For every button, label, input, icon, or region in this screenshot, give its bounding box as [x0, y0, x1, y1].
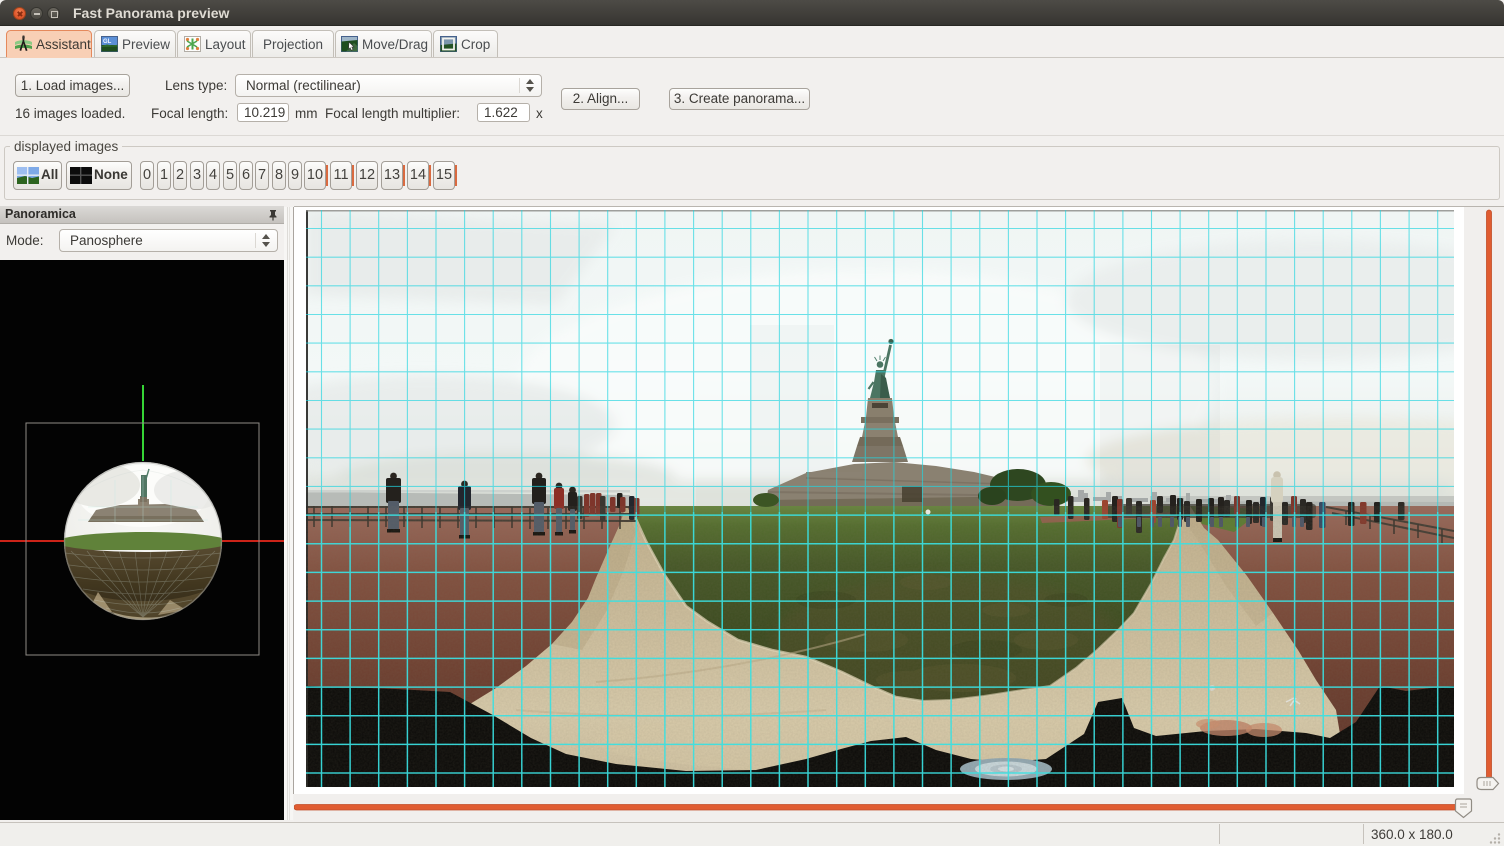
svg-text:GL: GL	[103, 39, 112, 45]
